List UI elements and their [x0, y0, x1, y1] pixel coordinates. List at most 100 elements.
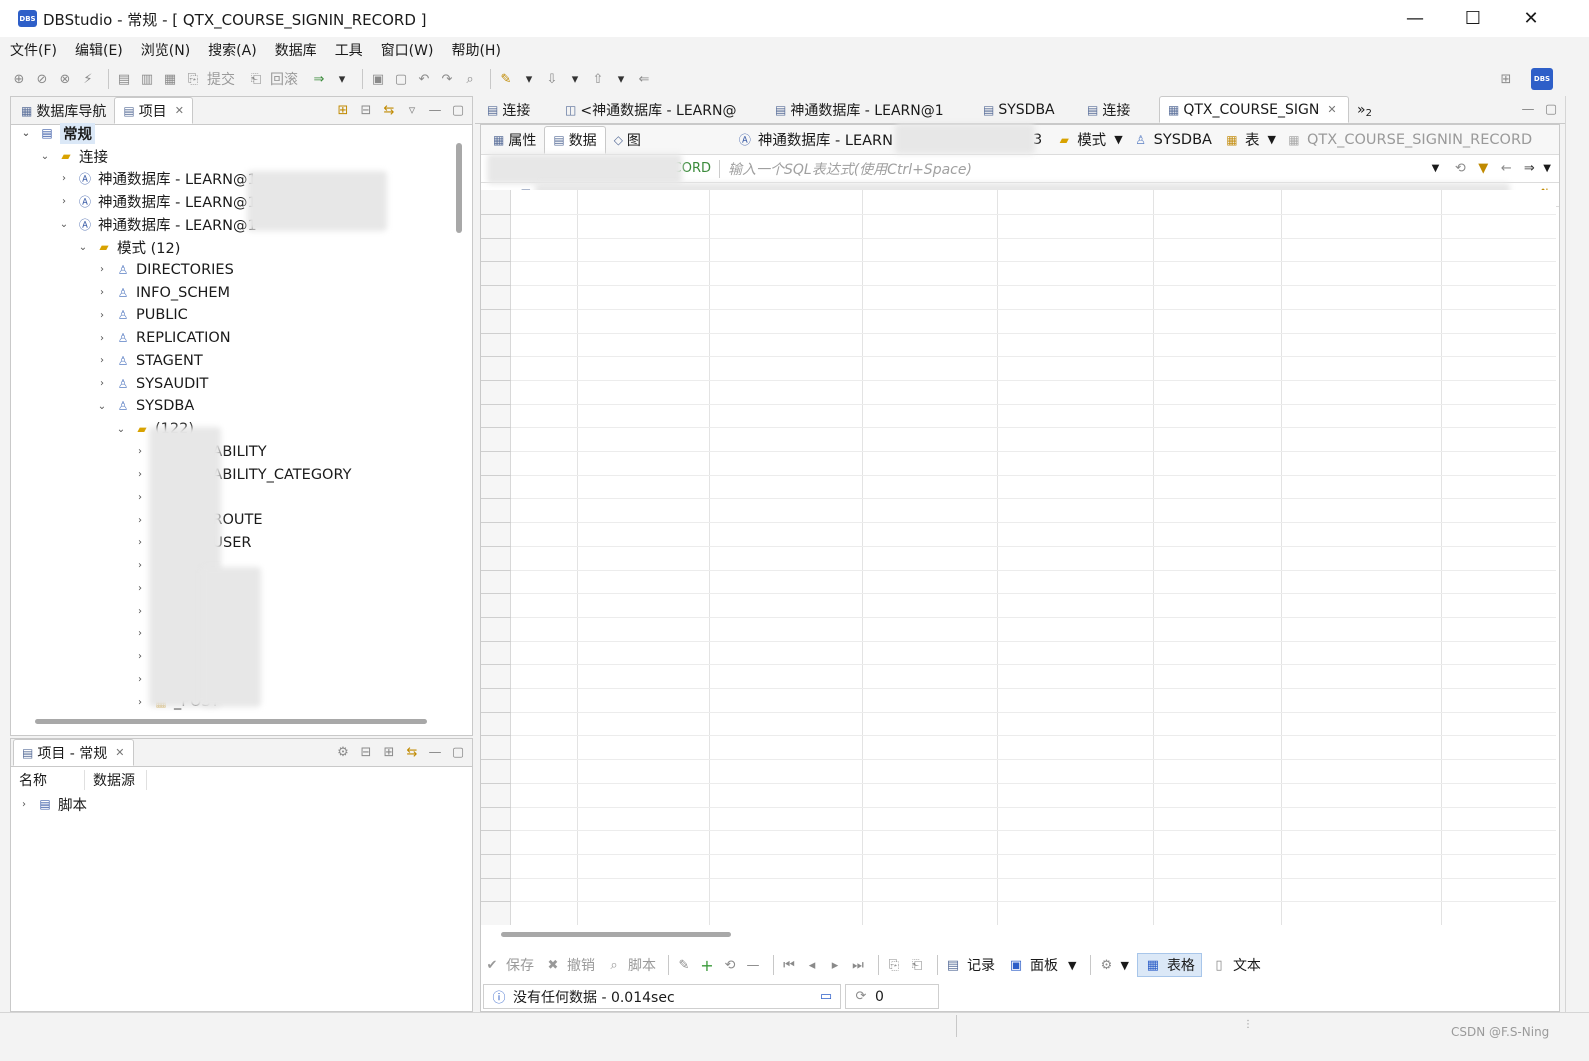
chevron-right-icon[interactable]: › — [57, 173, 71, 184]
edit-row-icon[interactable]: ✎ — [675, 956, 693, 974]
tree-item[interactable]: ⌄ ▰ 模式 (12) — [15, 236, 455, 259]
subtab-diagram[interactable]: ◇ 图 — [606, 126, 649, 154]
dbs-perspective-icon[interactable]: DBS — [1531, 68, 1553, 90]
connect-icon[interactable]: ⊘ — [33, 70, 51, 88]
tab-overflow[interactable]: » 2 — [1349, 96, 1389, 123]
chevron-right-icon[interactable]: › — [133, 446, 147, 457]
column-datasource-header[interactable]: 数据源 — [85, 770, 147, 790]
link-editor-icon[interactable]: ⇆ — [380, 102, 398, 120]
tree-item[interactable]: › ♙ STAGENT — [15, 350, 455, 373]
menu-search[interactable]: 搜索(A) — [208, 40, 257, 60]
search-replace-icon[interactable]: ⌕ — [461, 70, 479, 88]
tree-item[interactable]: › ♙ DIRECTORIES — [15, 259, 455, 282]
recent-script-icon[interactable]: ▦ — [161, 70, 179, 88]
menu-navigate[interactable]: 浏览(N) — [141, 40, 190, 60]
tree-item[interactable]: ›▦MAP_USER — [15, 532, 455, 555]
chevron-right-icon[interactable]: › — [133, 492, 147, 503]
tab-projects[interactable]: ▤ 项目 ✕ — [114, 97, 193, 124]
chevron-right-icon[interactable]: › — [133, 674, 147, 685]
tree-item[interactable]: › ♙ INFO_SCHEM — [15, 281, 455, 304]
commit-icon[interactable]: ⎘ — [184, 70, 202, 88]
chevron-down-icon[interactable]: ⌄ — [38, 151, 52, 162]
subtab-properties[interactable]: ▦ 属性 — [485, 126, 544, 154]
chevron-down-icon[interactable]: ⌄ — [95, 401, 109, 412]
breadcrumb-object-type[interactable]: 表 — [1245, 129, 1260, 150]
maximize-view-icon[interactable]: ▢ — [449, 102, 467, 120]
dropdown-arrow-icon[interactable]: ▾ — [566, 70, 584, 88]
tree-item[interactable]: ›▦MAP_ABILITY — [15, 441, 455, 464]
chevron-down-icon[interactable]: ⌄ — [76, 242, 90, 253]
menu-window[interactable]: 窗口(W) — [381, 40, 434, 60]
tree-item[interactable]: ›▦_MAP — [15, 486, 455, 509]
tree-item[interactable]: › Ⓐ 神通数据库 - LEARN@1 — [15, 168, 455, 191]
dropdown-arrow-icon[interactable]: ▼ — [1114, 133, 1122, 146]
panels-button[interactable]: 面板 — [1030, 955, 1058, 975]
copy-row-icon[interactable]: ⟲ — [721, 956, 739, 974]
open-script-icon[interactable]: ▥ — [138, 70, 156, 88]
tree-item[interactable]: › ♙ REPLICATION — [15, 327, 455, 350]
chevron-right-icon[interactable]: › — [95, 310, 109, 321]
column-name-header[interactable]: 名称 — [11, 770, 85, 790]
grid-view-toggle[interactable]: ▦ 表格 — [1136, 953, 1202, 977]
menu-help[interactable]: 帮助(H) — [451, 40, 500, 60]
breadcrumb-table[interactable]: QTX_COURSE_SIGNIN_RECORD — [1307, 132, 1532, 148]
grid-horizontal-scrollbar[interactable] — [501, 932, 731, 937]
tab-editor-connection2[interactable]: ▤ 连接 — [1079, 96, 1159, 123]
data-grid[interactable] — [481, 190, 1556, 925]
tab-database-navigator[interactable]: ▦ 数据库导航 — [13, 97, 114, 124]
minimize-view-icon[interactable]: — — [426, 102, 444, 120]
minimize-view-icon[interactable]: — — [426, 744, 444, 762]
details-icon[interactable]: ▭ — [817, 988, 835, 1006]
dropdown-arrow-icon[interactable]: ▼ — [1068, 959, 1076, 972]
chevron-right-icon[interactable]: › — [133, 628, 147, 639]
tree-item[interactable]: ›▦MAP_ROUTE — [15, 509, 455, 532]
chevron-right-icon[interactable]: › — [133, 697, 147, 708]
transaction-mode-icon[interactable]: ⇒ — [310, 70, 328, 88]
new-connection-icon[interactable]: ⊕ — [10, 70, 28, 88]
arrow-left-icon[interactable]: ← — [1497, 160, 1515, 178]
collapse-all-icon[interactable]: ⊟ — [357, 744, 375, 762]
cancel-x-icon[interactable]: ✖ — [544, 956, 562, 974]
chevron-right-icon[interactable]: › — [95, 378, 109, 389]
tab-project-general[interactable]: ▤ 项目 - 常规 ✕ — [13, 739, 134, 766]
script-button[interactable]: 脚本 — [628, 955, 656, 975]
dropdown-arrow-icon[interactable]: ▾ — [520, 70, 538, 88]
tree-item[interactable]: › ♙ PUBLIC — [15, 304, 455, 327]
dropdown-arrow-icon[interactable]: ▼ — [1120, 959, 1128, 972]
chevron-down-icon[interactable]: ⌄ — [57, 219, 71, 230]
previous-page-icon[interactable]: ◂ — [803, 956, 821, 974]
record-button[interactable]: 记录 — [967, 955, 995, 975]
chevron-right-icon[interactable]: › — [133, 515, 147, 526]
rollback-button[interactable]: 回滚 — [270, 69, 298, 89]
fetch-all-icon[interactable]: ⎗ — [908, 956, 926, 974]
save-button[interactable]: 保存 — [506, 955, 534, 975]
horizontal-scrollbar[interactable] — [35, 719, 427, 724]
last-page-icon[interactable]: ⏭ — [849, 956, 867, 974]
dropdown-arrow-icon[interactable]: ▾ — [333, 70, 351, 88]
menu-file[interactable]: 文件(F) — [10, 40, 57, 60]
undo-icon[interactable]: ↶ — [415, 70, 433, 88]
arrow-right-icon[interactable]: ⇒ — [1520, 160, 1538, 178]
chevron-right-icon[interactable]: › — [95, 333, 109, 344]
commit-button[interactable]: 提交 — [207, 69, 235, 89]
vertical-scrollbar[interactable] — [456, 143, 462, 233]
text-view-button[interactable]: 文本 — [1233, 955, 1261, 975]
chevron-right-icon[interactable]: › — [133, 651, 147, 662]
tab-editor-db1[interactable]: ◫ <神通数据库 - LEARN@ — [557, 96, 767, 123]
tree-item[interactable]: › Ⓐ 神通数据库 - LEARN@1 — [15, 190, 455, 213]
tree-item[interactable]: ⌄ ♙ SYSDBA — [15, 395, 455, 418]
breadcrumb-schema-type[interactable]: 模式 — [1077, 129, 1106, 150]
settings-gear-icon[interactable]: ⚙ — [334, 744, 352, 762]
tree-item[interactable]: ⌄ ▤ 常规 — [15, 122, 455, 145]
next-page-icon[interactable]: ▸ — [826, 956, 844, 974]
filter-icon[interactable]: ▼ — [1474, 160, 1492, 178]
script-icon[interactable]: ⌕ — [605, 956, 623, 974]
chevron-down-icon[interactable]: ⌄ — [19, 128, 33, 139]
save-icon[interactable]: ▣ — [369, 70, 387, 88]
tree-item[interactable]: ⌄ Ⓐ 神通数据库 - LEARN@1 — [15, 213, 455, 236]
subtab-data[interactable]: ▤ 数据 — [544, 125, 606, 154]
tree-item[interactable]: › ♙ SYSAUDIT — [15, 372, 455, 395]
disconnect-icon[interactable]: ⊗ — [56, 70, 74, 88]
menu-edit[interactable]: 编辑(E) — [75, 40, 123, 60]
close-button[interactable]: ✕ — [1502, 0, 1560, 37]
